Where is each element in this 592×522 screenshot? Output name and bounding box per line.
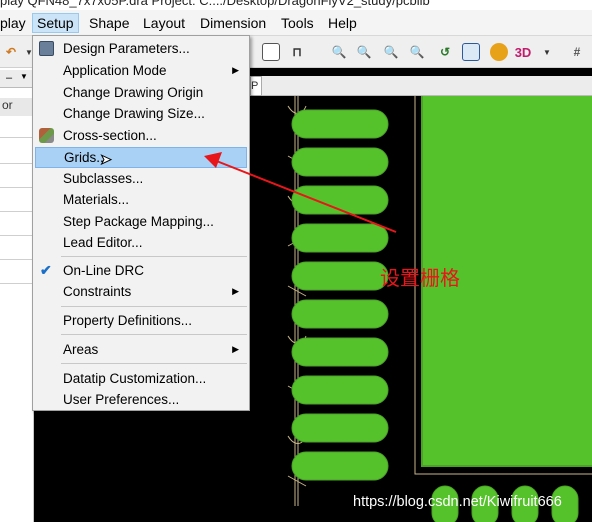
annotation-arrow [204,152,397,233]
arrow-line [213,159,397,233]
annotation-text: 设置栅格 [380,268,460,290]
watermark: https://blog.csdn.net/Kiwifruit666 [353,494,562,510]
arrow-head [204,152,222,168]
